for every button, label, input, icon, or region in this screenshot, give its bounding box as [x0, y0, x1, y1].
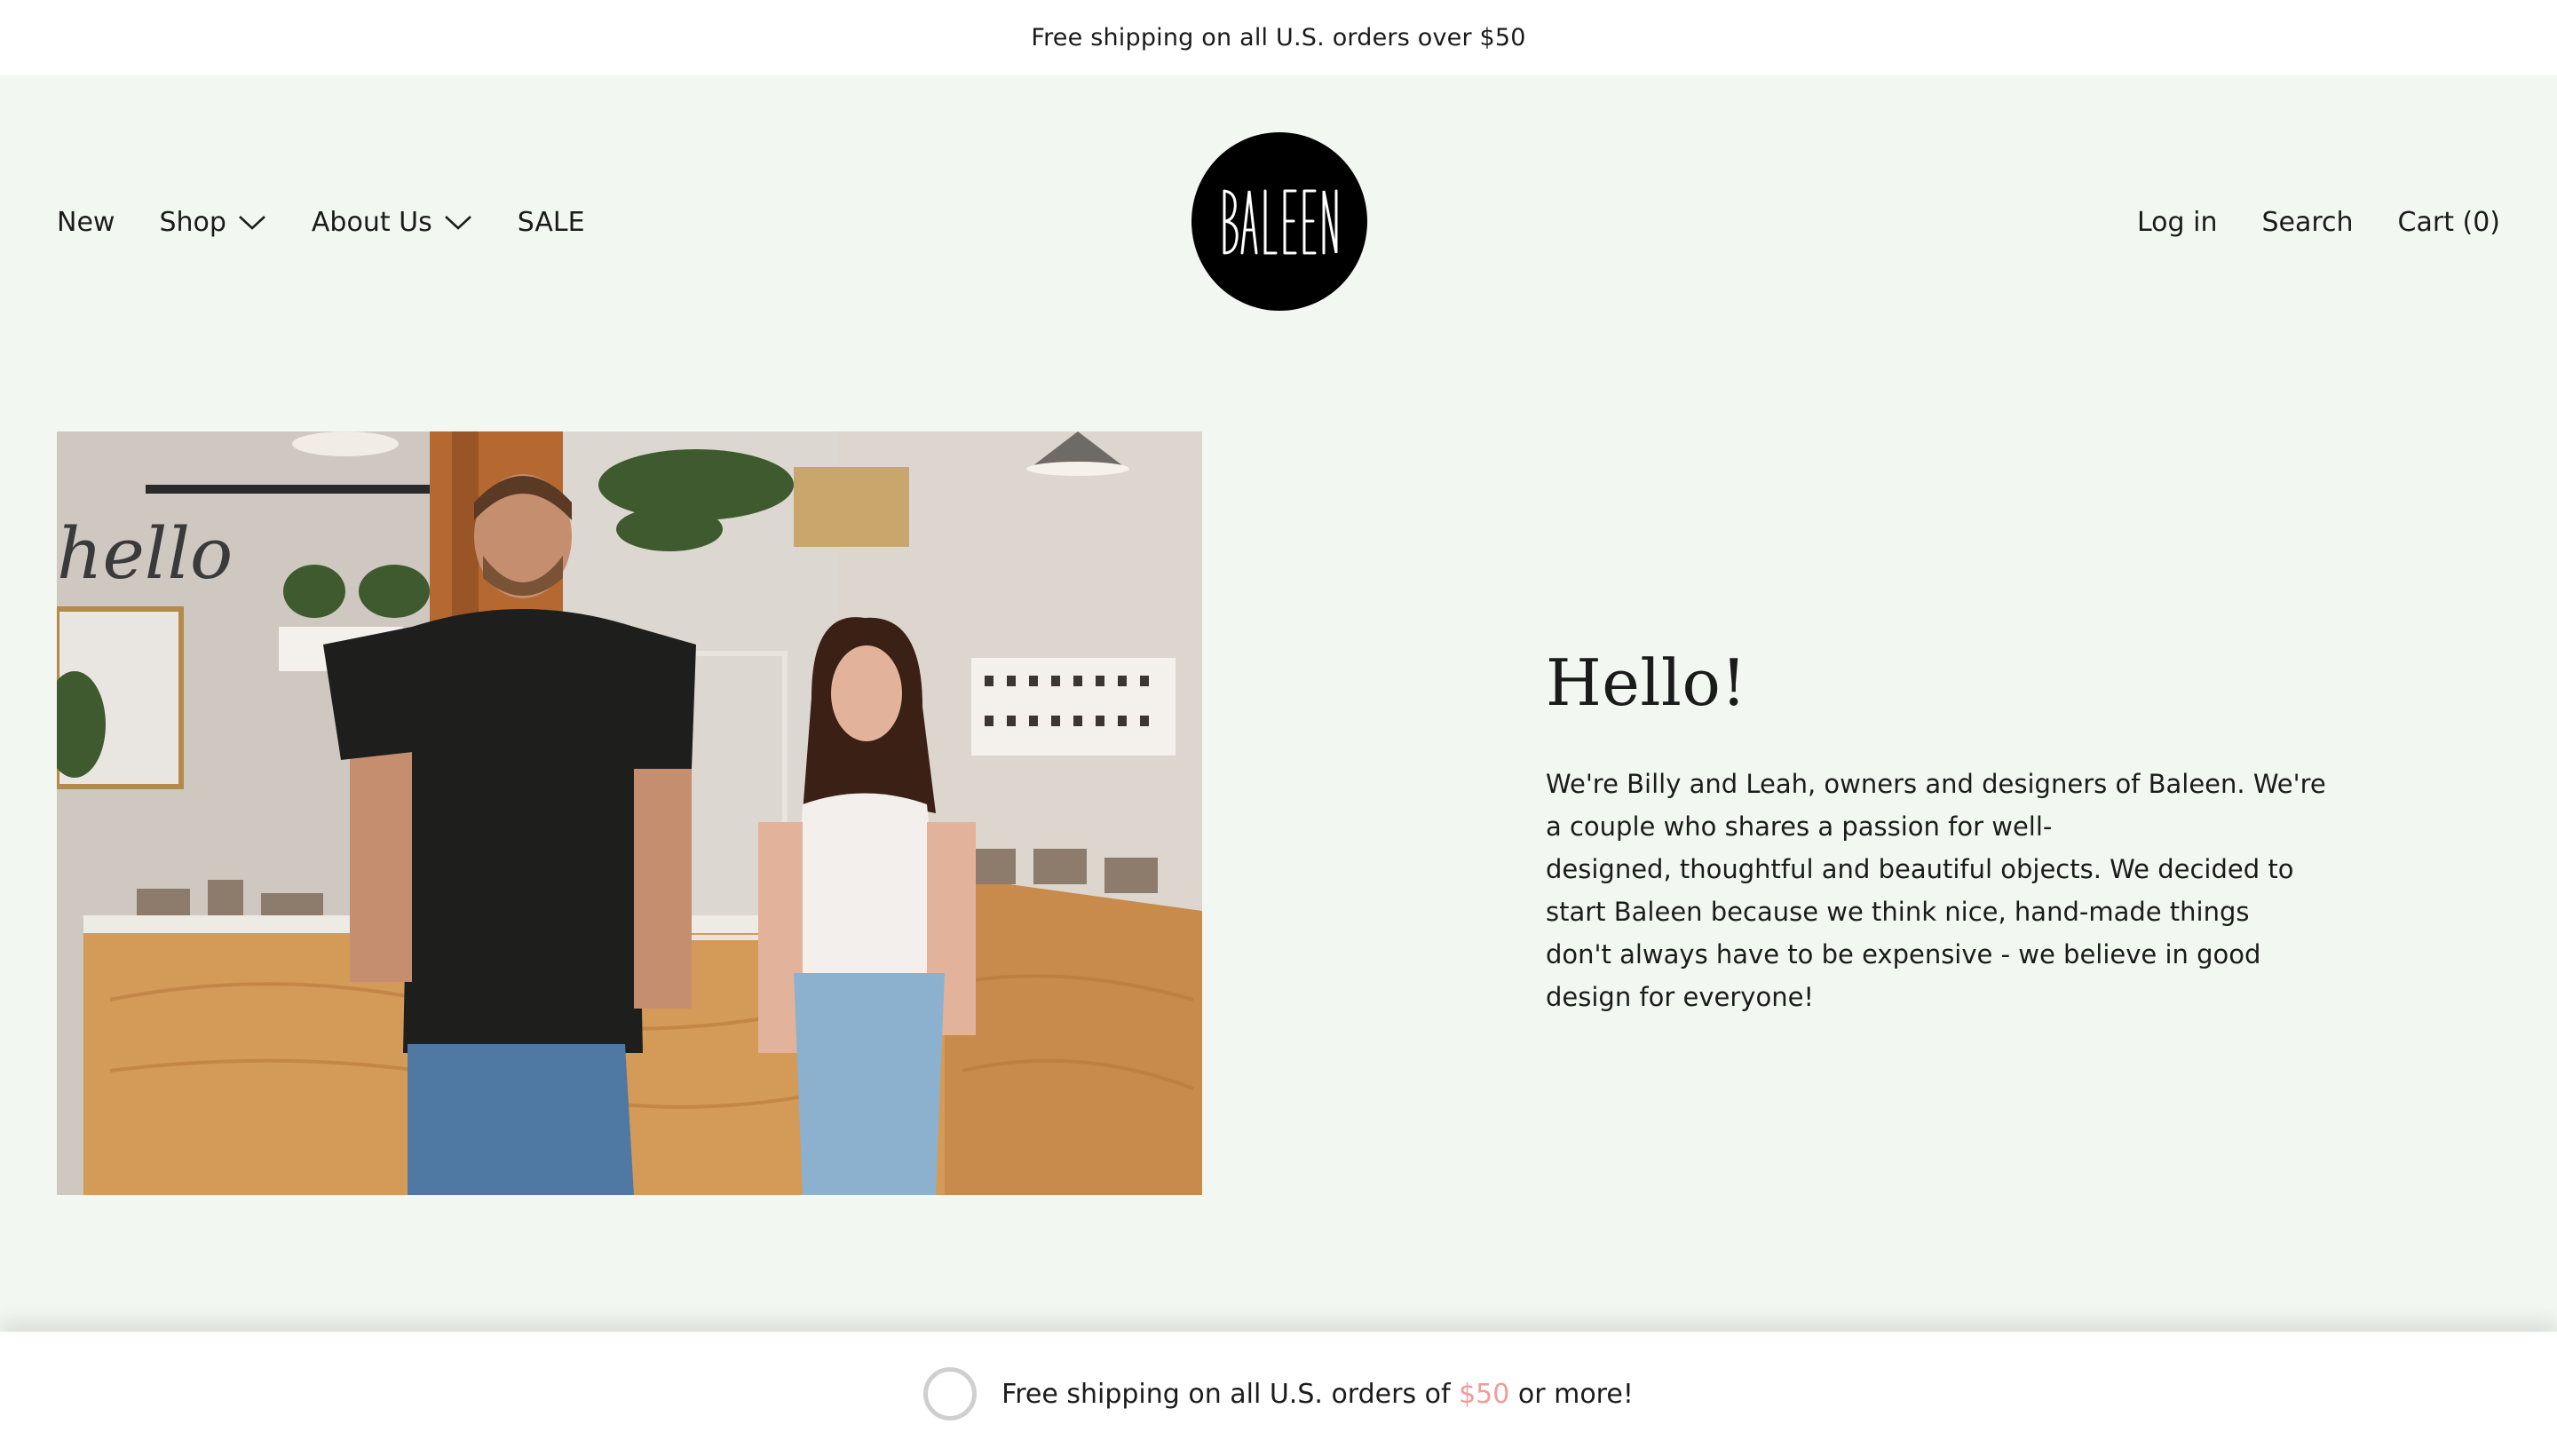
hero-body: We're Billy and Leah, owners and designe… [1546, 769, 2326, 1013]
owners-photo-illustration: hello [57, 431, 1202, 1195]
shipping-progress-ring [923, 1367, 978, 1420]
chevron-down-icon [239, 216, 265, 230]
announcement-bar: Free shipping on all U.S. orders over $5… [0, 0, 2557, 75]
account-nav: Log in Search Cart (0) [2137, 75, 2500, 368]
owners-photo: hello [57, 431, 1202, 1195]
logo-wordmark [1223, 189, 1338, 254]
site-header: New Shop About Us SALE Log in Search Car… [0, 75, 2557, 368]
nav-item-shop[interactable]: Shop [159, 207, 266, 238]
shipping-suffix: or more! [1509, 1378, 1634, 1410]
about-intro: Hello! We're Billy and Leah, owners and … [1546, 645, 2327, 1018]
svg-text:hello: hello [57, 512, 233, 595]
announcement-text: Free shipping on all U.S. orders over $5… [1031, 24, 1526, 51]
nav-item-about-us[interactable]: About Us [312, 207, 473, 238]
login-link[interactable]: Log in [2137, 207, 2217, 238]
shipping-message: Free shipping on all U.S. orders of $50 … [1001, 1379, 1634, 1410]
search-link[interactable]: Search [2261, 207, 2353, 238]
chevron-down-icon [444, 216, 471, 230]
nav-item-label: New [57, 206, 115, 238]
free-shipping-bar: Free shipping on all U.S. orders of $50 … [0, 1332, 2557, 1456]
nav-item-label: Shop [159, 206, 226, 238]
nav-item-label: SALE [517, 206, 585, 238]
main-nav: New Shop About Us SALE [57, 75, 585, 368]
cart-link[interactable]: Cart (0) [2398, 207, 2500, 238]
shipping-amount: $50 [1459, 1378, 1510, 1410]
nav-item-new[interactable]: New [57, 207, 115, 238]
nav-item-label: About Us [311, 206, 432, 238]
nav-item-sale[interactable]: SALE [518, 207, 585, 238]
baleen-logo[interactable] [1191, 132, 1367, 311]
shipping-prefix: Free shipping on all U.S. orders of [1001, 1378, 1460, 1410]
hero-title: Hello! [1546, 645, 1747, 720]
